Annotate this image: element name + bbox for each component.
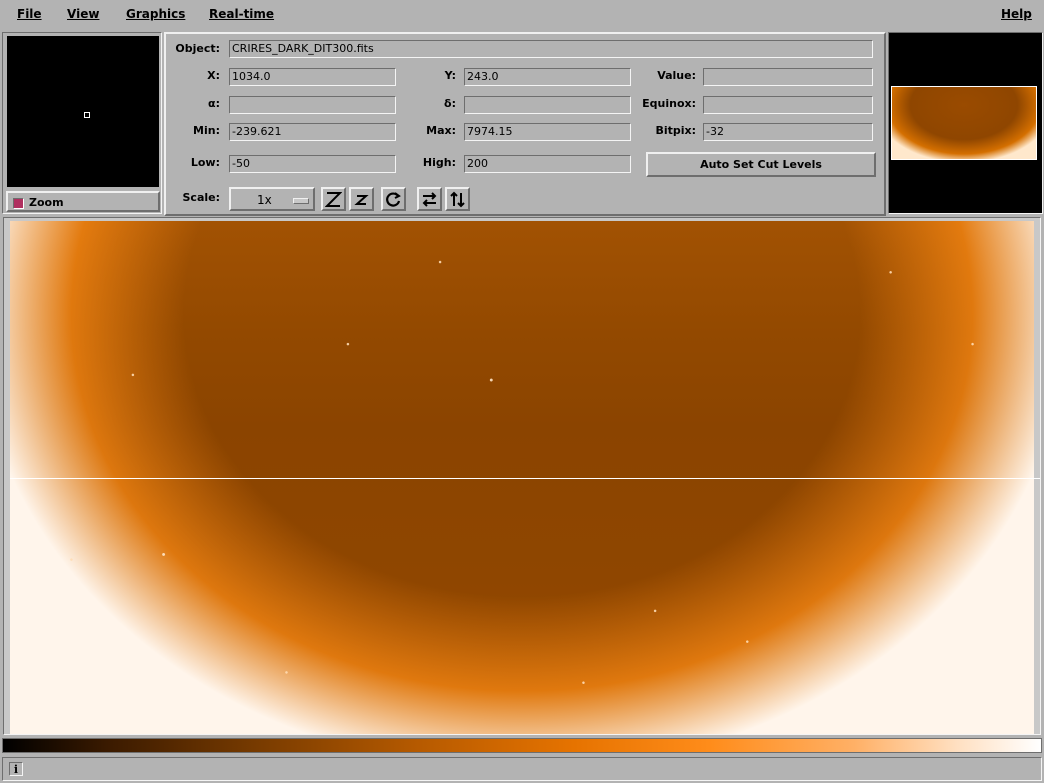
rotate-button[interactable] [381,187,406,211]
menu-view-label: View [67,7,100,21]
alpha-label: α: [208,97,220,110]
zoom-out-icon [325,192,342,207]
image-frame [3,217,1041,735]
delta-label: δ: [444,97,456,110]
menu-realtime[interactable]: Real-time [209,7,274,21]
bitpix-field[interactable]: -32 [703,123,873,141]
equinox-field[interactable] [703,96,873,114]
zoom-toggle-button[interactable]: Zoom [6,191,160,212]
menu-realtime-label: Real-time [209,7,275,21]
menu-help[interactable]: Help [1001,7,1032,21]
scale-label: Scale: [182,191,221,204]
x-field[interactable]: 1034.0 [229,68,396,86]
flip-y-icon [450,191,465,208]
object-label: Object: [175,42,220,55]
equinox-label: Equinox: [642,97,696,110]
menu-graphics[interactable]: Graphics [126,7,185,21]
pan-panel[interactable] [888,32,1043,214]
high-input[interactable]: 200 [464,155,631,173]
menu-file[interactable]: File [17,7,42,21]
auto-set-cut-levels-button[interactable]: Auto Set Cut Levels [646,152,876,177]
option-menu-indicator-icon [293,198,309,204]
min-label: Min: [193,124,220,137]
menu-help-label: Help [1001,7,1032,21]
delta-field[interactable] [464,96,631,114]
max-field[interactable]: 7974.15 [464,123,631,141]
zoom-label: Zoom [29,196,64,209]
x-label: X: [207,69,220,82]
status-bar: i [2,757,1042,781]
zoom-checkbox[interactable] [13,198,24,209]
pan-thumbnail[interactable] [891,86,1037,160]
y-field[interactable]: 243.0 [464,68,631,86]
alpha-field[interactable] [229,96,396,114]
zoom-in-icon [354,195,369,205]
image-canvas[interactable] [10,221,1040,734]
min-field[interactable]: -239.621 [229,123,396,141]
scale-option-menu[interactable]: 1x [229,187,315,211]
value-label: Value: [657,69,696,82]
zoom-out-button[interactable] [321,187,346,211]
max-label: Max: [426,124,456,137]
bitpix-label: Bitpix: [655,124,696,137]
low-input[interactable]: -50 [229,155,396,173]
cut-line[interactable] [10,478,1040,479]
info-panel: Object: CRIRES_DARK_DIT300.fits X: 1034.… [164,32,886,216]
flip-y-button[interactable] [445,187,470,211]
object-field[interactable]: CRIRES_DARK_DIT300.fits [229,40,873,58]
y-label: Y: [444,69,456,82]
menu-bar: File View Graphics Real-time Help [0,0,1044,30]
flip-x-button[interactable] [417,187,442,211]
menu-view[interactable]: View [67,7,99,21]
menu-file-label: File [17,7,42,21]
value-field[interactable] [703,68,873,86]
zoom-in-button[interactable] [349,187,374,211]
high-label: High: [422,156,456,169]
flip-x-icon [422,192,437,207]
low-label: Low: [190,156,220,169]
menu-graphics-label: Graphics [126,7,186,21]
scale-value: 1x [257,193,272,207]
zoom-panel: Zoom [2,32,162,214]
info-icon: i [9,762,23,776]
zoom-cursor-marker [84,112,90,118]
colorbar[interactable] [2,738,1042,753]
zoom-window[interactable] [7,36,159,187]
rotate-icon [386,192,401,207]
